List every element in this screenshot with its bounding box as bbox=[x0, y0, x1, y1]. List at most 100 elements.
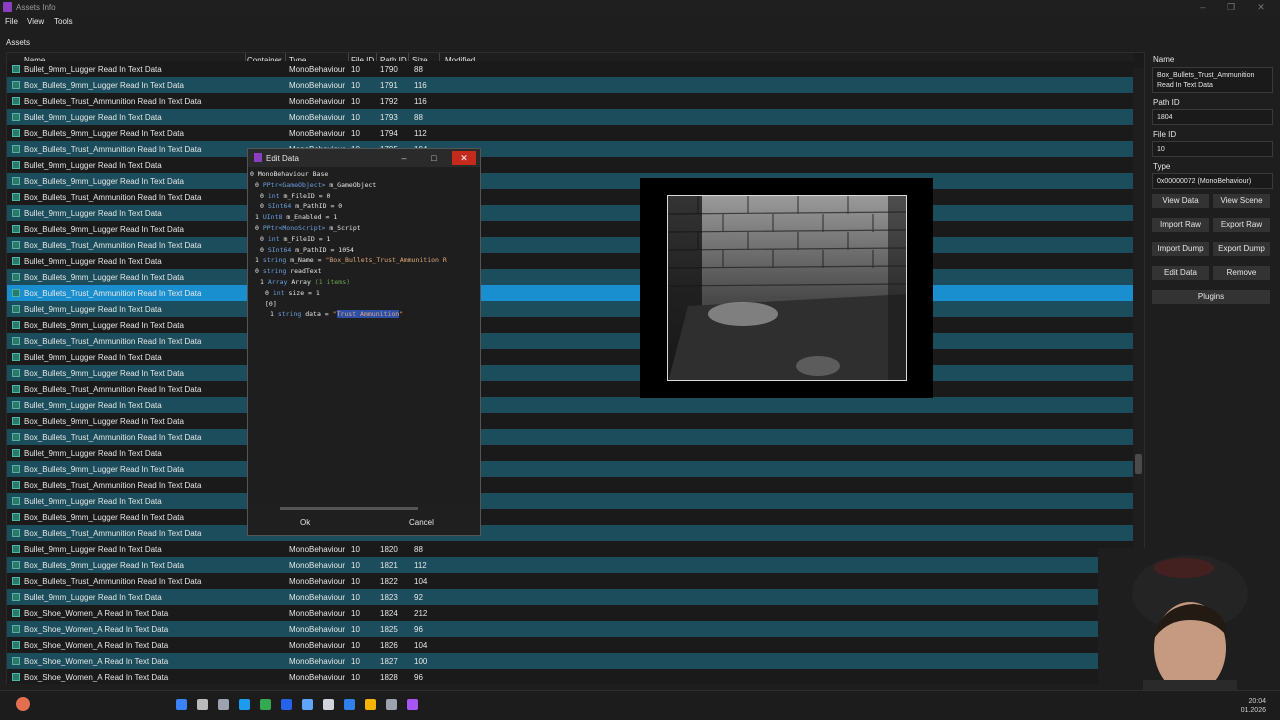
tree-node[interactable]: 0 SInt64 m_PathID = 0 bbox=[260, 202, 342, 210]
asset-icon bbox=[12, 433, 20, 441]
table-row[interactable]: Box_Bullets_9mm_Lugger Read In Text Data bbox=[7, 269, 1134, 285]
table-row[interactable]: Box_Bullets_9mm_Lugger Read In Text Data… bbox=[7, 557, 1134, 573]
table-row[interactable]: Box_Bullets_9mm_Lugger Read In Text Data bbox=[7, 461, 1134, 477]
dialog-horizontal-scrollbar[interactable] bbox=[250, 505, 478, 512]
dialog-scroll-thumb[interactable] bbox=[280, 507, 418, 510]
view-data-button[interactable]: View Data bbox=[1152, 194, 1209, 208]
table-row[interactable]: Box_Bullets_9mm_Lugger Read In Text Data bbox=[7, 509, 1134, 525]
tree-node[interactable]: 0 MonoBehaviour Base bbox=[250, 170, 328, 178]
task-view-icon[interactable] bbox=[218, 699, 229, 710]
dialog-app-icon bbox=[254, 153, 262, 162]
table-row[interactable]: Box_Shoe_Women_A Read In Text Data MonoBe… bbox=[7, 669, 1134, 684]
maximize-icon[interactable]: ❐ bbox=[1220, 1, 1242, 13]
tree-node[interactable]: 0 SInt64 m_PathID = 1054 bbox=[260, 246, 354, 254]
tree-token: PPtr<MonoScript> bbox=[262, 224, 330, 232]
terminal-icon[interactable] bbox=[323, 699, 334, 710]
table-row[interactable]: Bullet_9mm_Lugger Read In Text Data MonoB… bbox=[7, 61, 1134, 77]
chrome-icon[interactable] bbox=[260, 699, 271, 710]
menu-file[interactable]: File bbox=[5, 17, 18, 26]
tree-node[interactable]: 1 Array Array (1 items) bbox=[260, 278, 350, 286]
export-dump-button[interactable]: Export Dump bbox=[1213, 242, 1270, 256]
type-field[interactable]: 0x00000072 (MonoBehaviour) bbox=[1152, 173, 1273, 189]
plugins-button[interactable]: Plugins bbox=[1152, 290, 1270, 304]
steam-icon[interactable] bbox=[302, 699, 313, 710]
cancel-button[interactable]: Cancel bbox=[409, 518, 434, 527]
remove-button[interactable]: Remove bbox=[1213, 266, 1270, 280]
table-row[interactable]: Bullet_9mm_Lugger Read In Text Data bbox=[7, 157, 1134, 173]
field-tree[interactable]: 0 MonoBehaviour Base 0 PPtr<GameObject> m… bbox=[248, 169, 480, 504]
table-row[interactable]: Box_Bullets_Trust_Ammunition Read In Tex… bbox=[7, 93, 1134, 109]
table-row[interactable]: Box_Bullets_9mm_Lugger Read In Text Data bbox=[7, 221, 1134, 237]
table-row[interactable]: Box_Shoe_Women_A Read In Text Data MonoBe… bbox=[7, 621, 1134, 637]
table-row[interactable]: Box_Bullets_9mm_Lugger Read In Text Data bbox=[7, 365, 1134, 381]
table-row[interactable]: Box_Bullets_9mm_Lugger Read In Text Data… bbox=[7, 77, 1134, 93]
tree-node[interactable]: 0 PPtr<GameObject> m_GameObject bbox=[255, 181, 376, 189]
table-row[interactable]: Bullet_9mm_Lugger Read In Text Data bbox=[7, 205, 1134, 221]
table-row[interactable]: Box_Shoe_Women_A Read In Text Data MonoBe… bbox=[7, 605, 1134, 621]
tree-node[interactable]: 0 string readText bbox=[255, 267, 322, 275]
table-row[interactable]: Box_Bullets_Trust_Ammunition Read In Tex… bbox=[7, 285, 1134, 301]
dialog-minimize-icon[interactable]: – bbox=[392, 151, 416, 165]
folder-icon[interactable] bbox=[365, 699, 376, 710]
export-raw-button[interactable]: Export Raw bbox=[1213, 218, 1270, 232]
table-row[interactable]: Bullet_9mm_Lugger Read In Text Data MonoB… bbox=[7, 589, 1134, 605]
table-row[interactable]: Box_Bullets_Trust_Ammunition Read In Tex… bbox=[7, 525, 1134, 541]
import-raw-button[interactable]: Import Raw bbox=[1152, 218, 1209, 232]
table-row[interactable]: Box_Bullets_Trust_Ammunition Read In Tex… bbox=[7, 381, 1134, 397]
table-row[interactable]: Box_Bullets_9mm_Lugger Read In Text Data… bbox=[7, 125, 1134, 141]
menu-tools[interactable]: Tools bbox=[54, 17, 73, 26]
table-row[interactable]: Box_Bullets_9mm_Lugger Read In Text Data bbox=[7, 317, 1134, 333]
table-row[interactable]: Bullet_9mm_Lugger Read In Text Data bbox=[7, 349, 1134, 365]
close-icon[interactable]: ✕ bbox=[1250, 1, 1272, 13]
table-row[interactable]: Box_Bullets_Trust_Ammunition Read In Tex… bbox=[7, 237, 1134, 253]
tree-node[interactable]: [0] bbox=[265, 300, 277, 308]
weather-icon[interactable] bbox=[16, 697, 30, 711]
dialog-close-icon[interactable]: ✕ bbox=[452, 151, 476, 165]
table-row[interactable]: Box_Shoe_Women_A Read In Text Data MonoBe… bbox=[7, 653, 1134, 669]
table-row[interactable]: Bullet_9mm_Lugger Read In Text Data bbox=[7, 253, 1134, 269]
ok-button[interactable]: Ok bbox=[300, 518, 310, 527]
edit-data-button[interactable]: Edit Data bbox=[1152, 266, 1209, 280]
tree-node[interactable]: 0 int m_FileID = 1 bbox=[260, 235, 330, 243]
view-scene-button[interactable]: View Scene bbox=[1213, 194, 1270, 208]
table-row[interactable]: Box_Bullets_Trust_Ammunition Read In Tex… bbox=[7, 189, 1134, 205]
tree-node[interactable]: 1 string m_Name = "Box_Bullets_Trust_Amm… bbox=[255, 256, 447, 264]
tree-node[interactable]: 0 int size = 1 bbox=[265, 289, 320, 297]
store-icon[interactable] bbox=[281, 699, 292, 710]
path-id-field[interactable]: 1804 bbox=[1152, 109, 1273, 125]
tree-node[interactable]: 0 int m_FileID = 0 bbox=[260, 192, 330, 200]
table-row[interactable]: Bullet_9mm_Lugger Read In Text Data bbox=[7, 397, 1134, 413]
settings-icon[interactable] bbox=[386, 699, 397, 710]
menu-view[interactable]: View bbox=[27, 17, 44, 26]
tree-node[interactable]: 0 PPtr<MonoScript> m_Script bbox=[255, 224, 361, 232]
table-row[interactable]: Box_Bullets_Trust_Ammunition Read In Tex… bbox=[7, 573, 1134, 589]
name-field[interactable]: Box_Bullets_Trust_Ammunition Read In Tex… bbox=[1152, 67, 1273, 93]
table-row[interactable]: Bullet_9mm_Lugger Read In Text Data bbox=[7, 301, 1134, 317]
file-id-field[interactable]: 10 bbox=[1152, 141, 1273, 157]
table-row[interactable]: Box_Bullets_Trust_Ammunition Read In Tex… bbox=[7, 333, 1134, 349]
vscode-icon[interactable] bbox=[344, 699, 355, 710]
table-row[interactable]: Box_Bullets_Trust_Ammunition Read In Tex… bbox=[7, 141, 1134, 157]
minimize-icon[interactable]: – bbox=[1192, 1, 1214, 13]
edge-icon[interactable] bbox=[239, 699, 250, 710]
table-row[interactable]: Bullet_9mm_Lugger Read In Text Data MonoB… bbox=[7, 541, 1134, 557]
clock[interactable]: 20:04 01.2026 bbox=[1241, 697, 1266, 715]
search-icon[interactable] bbox=[197, 699, 208, 710]
table-row[interactable]: Box_Bullets_9mm_Lugger Read In Text Data bbox=[7, 173, 1134, 189]
table-row[interactable]: Bullet_9mm_Lugger Read In Text Data MonoB… bbox=[7, 109, 1134, 125]
table-row[interactable]: Bullet_9mm_Lugger Read In Text Data bbox=[7, 493, 1134, 509]
windows-icon[interactable] bbox=[176, 699, 187, 710]
tree-node[interactable]: 1 UInt8 m_Enabled = 1 bbox=[255, 213, 337, 221]
app-icon[interactable] bbox=[407, 699, 418, 710]
table-row[interactable]: Box_Shoe_Women_A Read In Text Data MonoBe… bbox=[7, 637, 1134, 653]
import-dump-button[interactable]: Import Dump bbox=[1152, 242, 1209, 256]
dialog-maximize-icon[interactable]: □ bbox=[422, 151, 446, 165]
table-row[interactable]: Box_Bullets_Trust_Ammunition Read In Tex… bbox=[7, 429, 1134, 445]
table-row[interactable]: Box_Bullets_9mm_Lugger Read In Text Data bbox=[7, 413, 1134, 429]
cell-name: Box_Bullets_9mm_Lugger Read In Text Data bbox=[24, 465, 184, 474]
table-row[interactable]: Box_Bullets_Trust_Ammunition Read In Tex… bbox=[7, 477, 1134, 493]
table-row[interactable]: Bullet_9mm_Lugger Read In Text Data bbox=[7, 445, 1134, 461]
dialog-titlebar[interactable]: Edit Data – □ ✕ bbox=[248, 149, 480, 167]
tree-node[interactable]: 1 string data = "Trust Ammunition" bbox=[270, 310, 403, 319]
scrollbar-thumb[interactable] bbox=[1135, 454, 1142, 474]
